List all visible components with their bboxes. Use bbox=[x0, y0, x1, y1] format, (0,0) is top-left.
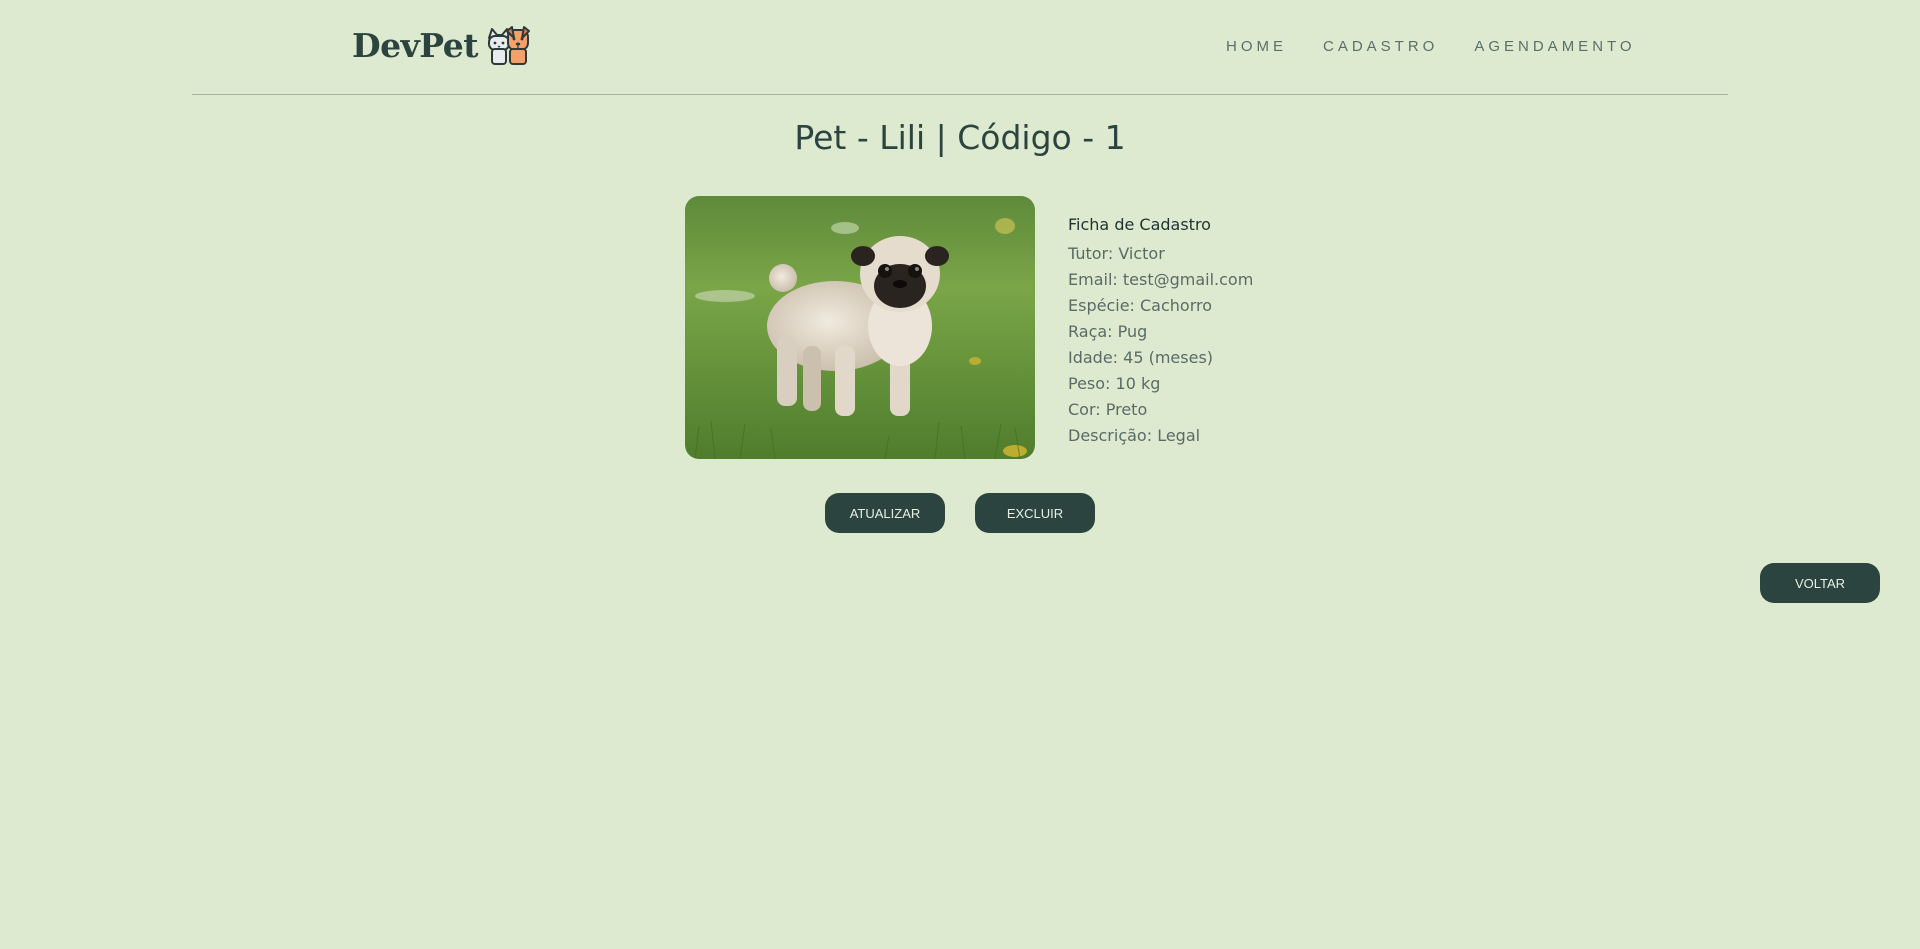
info-email: Email: test@gmail.com bbox=[1068, 270, 1254, 289]
info-weight: Peso: 10 kg bbox=[1068, 374, 1161, 393]
main-nav: HOME CADASTRO AGENDAMENTO bbox=[1226, 38, 1636, 55]
brand-name: DevPet bbox=[352, 25, 478, 65]
nav-agendamento-link[interactable]: AGENDAMENTO bbox=[1474, 38, 1635, 55]
back-button[interactable]: VOLTAR bbox=[1760, 563, 1880, 603]
pet-photo bbox=[685, 196, 1035, 459]
info-description: Descrição: Legal bbox=[1068, 426, 1201, 445]
nav-cadastro-link[interactable]: CADASTRO bbox=[1323, 38, 1438, 55]
delete-button[interactable]: EXCLUIR bbox=[975, 493, 1095, 533]
pug-image bbox=[685, 196, 1035, 459]
site-header: DevPet HOME CADASTRO AGENDAMENTO bbox=[0, 0, 1920, 95]
brand-logo[interactable]: DevPet bbox=[352, 24, 530, 66]
update-button[interactable]: ATUALIZAR bbox=[825, 493, 945, 533]
info-breed: Raça: Pug bbox=[1068, 322, 1148, 341]
info-color: Cor: Preto bbox=[1068, 400, 1148, 419]
header-divider bbox=[192, 94, 1728, 95]
info-species: Espécie: Cachorro bbox=[1068, 296, 1213, 315]
pet-info-card: Ficha de Cadastro Tutor: Victor Email: t… bbox=[1068, 214, 1253, 449]
page-title: Pet - Lili | Código - 1 bbox=[794, 118, 1126, 157]
info-heading: Ficha de Cadastro bbox=[1068, 215, 1211, 234]
info-age: Idade: 45 (meses) bbox=[1068, 348, 1214, 367]
info-tutor: Tutor: Victor bbox=[1068, 244, 1165, 263]
nav-home-link[interactable]: HOME bbox=[1226, 38, 1287, 55]
cat-and-dog-icon bbox=[487, 26, 530, 65]
